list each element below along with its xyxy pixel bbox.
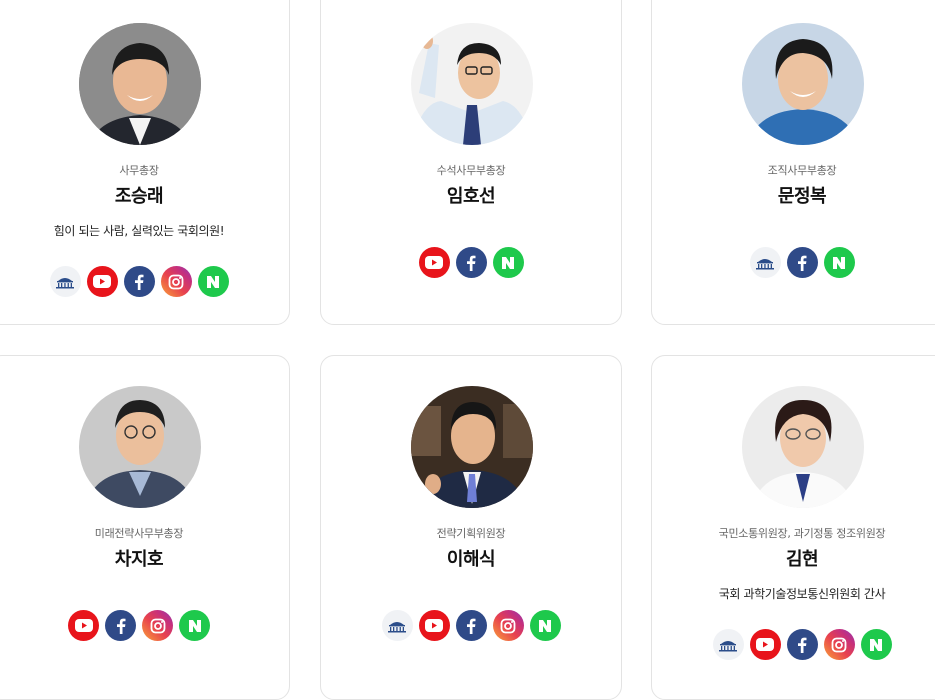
member-role: 미래전략사무부총장 (94, 527, 184, 540)
member-name: 임호선 (446, 186, 496, 207)
member-description: 국회 과학기술정보통신위원회 간사 (718, 587, 886, 601)
facebook-icon[interactable] (105, 610, 136, 641)
facebook-icon[interactable] (455, 610, 487, 641)
facebook-icon[interactable] (786, 247, 818, 278)
youtube-icon[interactable] (418, 610, 450, 641)
youtube-icon[interactable] (68, 610, 99, 641)
facebook-icon[interactable] (123, 266, 155, 297)
social-links (321, 610, 621, 641)
naver-blog-icon[interactable] (179, 610, 210, 641)
member-photo (79, 23, 201, 145)
member-name: 문정복 (777, 186, 827, 207)
member-name: 조승래 (114, 186, 164, 207)
instagram-icon[interactable] (823, 629, 855, 660)
social-links (0, 266, 289, 297)
instagram-icon[interactable] (492, 610, 524, 641)
member-photo (79, 386, 201, 508)
assembly-icon[interactable] (712, 629, 744, 660)
naver-blog-icon[interactable] (197, 266, 229, 297)
member-card-1[interactable]: 사무총장 조승래 힘이 되는 사람, 실력있는 국회의원! (0, 0, 290, 325)
instagram-icon[interactable] (160, 266, 192, 297)
member-role: 사무총장 (119, 164, 159, 177)
naver-blog-icon[interactable] (492, 247, 524, 278)
member-role: 전략기획위원장 (436, 527, 506, 540)
assembly-icon[interactable] (49, 266, 81, 297)
member-card-5[interactable]: 전략기획위원장 이해식 (320, 355, 622, 700)
member-role: 수석사무부총장 (436, 164, 506, 177)
youtube-icon[interactable] (86, 266, 118, 297)
social-links (652, 247, 935, 278)
member-photo (411, 386, 533, 508)
youtube-icon[interactable] (418, 247, 450, 278)
member-card-2[interactable]: 수석사무부총장 임호선 (320, 0, 622, 325)
member-card-6[interactable]: 국민소통위원장, 과기정통 정조위원장 김현 국회 과학기술정보통신위원회 간사 (651, 355, 935, 700)
member-name: 이해식 (446, 549, 496, 570)
naver-blog-icon[interactable] (823, 247, 855, 278)
member-description: 힘이 되는 사람, 실력있는 국회의원! (53, 224, 225, 238)
social-links (0, 610, 289, 641)
member-photo (742, 386, 864, 508)
assembly-icon[interactable] (381, 610, 413, 641)
member-role: 조직사무부총장 (767, 164, 837, 177)
member-name: 김현 (785, 549, 819, 570)
member-card-4[interactable]: 미래전략사무부총장 차지호 (0, 355, 290, 700)
social-links (321, 247, 621, 278)
facebook-icon[interactable] (786, 629, 818, 660)
social-links (652, 629, 935, 660)
member-name: 차지호 (114, 549, 164, 570)
facebook-icon[interactable] (455, 247, 487, 278)
instagram-icon[interactable] (142, 610, 173, 641)
assembly-icon[interactable] (749, 247, 781, 278)
naver-blog-icon[interactable] (529, 610, 561, 641)
member-photo (742, 23, 864, 145)
youtube-icon[interactable] (749, 629, 781, 660)
member-card-3[interactable]: 조직사무부총장 문정복 (651, 0, 935, 325)
member-role: 국민소통위원장, 과기정통 정조위원장 (718, 527, 886, 540)
naver-blog-icon[interactable] (860, 629, 892, 660)
member-photo (411, 23, 533, 145)
